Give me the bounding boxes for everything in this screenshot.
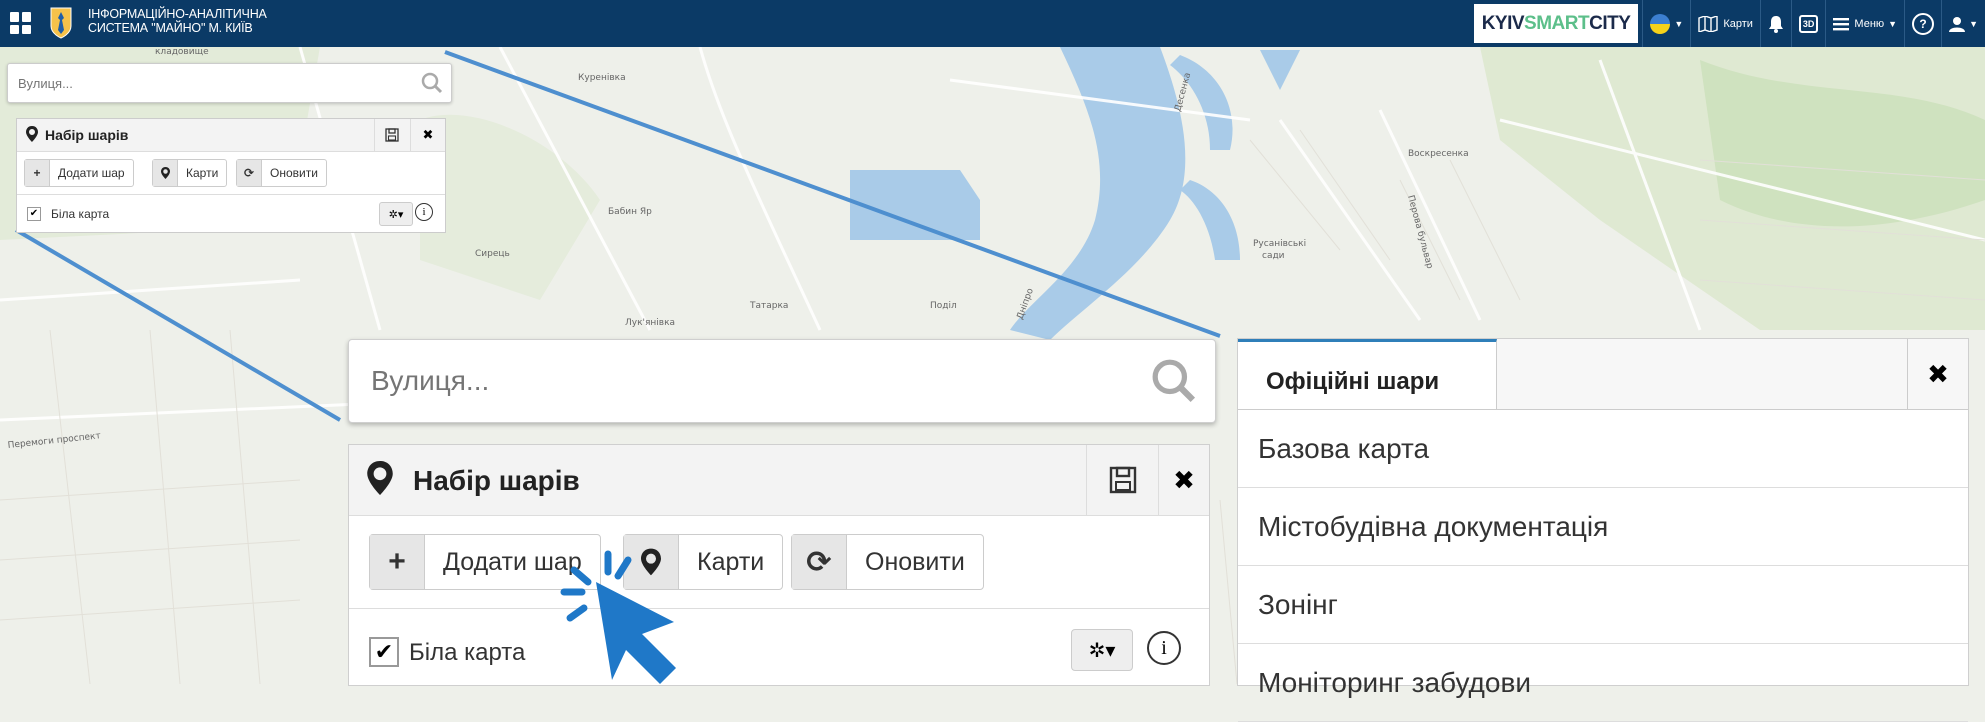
menu-dropdown[interactable]: Меню ▼ xyxy=(1825,0,1904,47)
search-icon[interactable] xyxy=(1151,358,1197,404)
notifications-button[interactable] xyxy=(1759,0,1791,47)
layer-category-item[interactable]: Моніторинг забудови xyxy=(1238,644,1968,722)
official-layers-panel: Офіційні шари ✖ Базова карта Містобудівн… xyxy=(1237,338,1969,722)
ukraine-flag-icon xyxy=(1650,13,1671,34)
street-search-input-zoomed[interactable] xyxy=(349,340,1153,422)
street-search-box-zoomed xyxy=(348,339,1216,423)
gear-icon: ✲▾ xyxy=(388,208,404,221)
close-official-layers-button[interactable]: ✖ xyxy=(1907,339,1968,409)
click-cursor-icon xyxy=(560,550,676,684)
map-label-babyn-yar: Бабин Яр xyxy=(608,207,652,217)
chevron-down-icon: ▼ xyxy=(1969,18,1978,29)
menu-label: Меню xyxy=(1854,17,1885,30)
app-title-line1: ІНФОРМАЦІЙНО-АНАЛІТИЧНА xyxy=(88,7,267,21)
layer-category-item[interactable]: Зонінг xyxy=(1238,566,1968,644)
layer-set-title: Набір шарів xyxy=(45,127,129,143)
3d-icon: 3D xyxy=(1798,14,1819,33)
map-marker-icon xyxy=(367,461,393,495)
maps-layer-button[interactable]: Карти xyxy=(152,159,228,187)
info-icon[interactable]: i xyxy=(1147,631,1181,665)
close-icon: ✖ xyxy=(1173,464,1195,495)
app-title: ІНФОРМАЦІЙНО-АНАЛІТИЧНА СИСТЕМА "МАЙНО" … xyxy=(88,7,267,35)
tab-official-layers[interactable]: Офіційні шари xyxy=(1238,339,1497,409)
street-search-box xyxy=(7,63,452,103)
layer-set-header-zoomed: Набір шарів ✖ xyxy=(349,445,1209,516)
map-label-podil: Поділ xyxy=(930,301,957,311)
layer-visibility-checkbox[interactable]: ✔ xyxy=(27,207,41,221)
kyiv-smart-city-logo[interactable]: KYIV SMART CITY xyxy=(1473,4,1639,43)
refresh-icon: ⟳ xyxy=(792,535,847,589)
official-layers-tabs: Офіційні шари ✖ xyxy=(1238,339,1968,410)
map-label-kurenivka: Куренівка xyxy=(578,73,626,83)
layer-set-header: Набір шарів ✖ xyxy=(17,119,445,152)
map-label-voskresenka: Воскресенка xyxy=(1408,149,1469,159)
maps-button[interactable]: Карти xyxy=(1690,0,1760,47)
save-icon xyxy=(385,128,399,142)
layer-set-toolbar: + Додати шар Карти ⟳ Оновити xyxy=(17,152,445,195)
street-search-input[interactable] xyxy=(8,64,410,102)
gear-icon: ✲▾ xyxy=(1088,639,1116,662)
map-marker-icon xyxy=(153,160,178,186)
plus-icon: + xyxy=(25,160,50,186)
map-label-kladovyshche: кладовище xyxy=(155,47,209,57)
layer-category-item[interactable]: Базова карта xyxy=(1238,410,1968,488)
save-layer-set-button[interactable] xyxy=(374,119,409,151)
close-icon: ✖ xyxy=(422,127,434,142)
bell-icon xyxy=(1768,15,1783,33)
top-navbar: ІНФОРМАЦІЙНО-АНАЛІТИЧНА СИСТЕМА "МАЙНО" … xyxy=(0,0,1985,47)
refresh-icon: ⟳ xyxy=(237,160,262,186)
layer-set-panel: Набір шарів ✖ + Додати шар Карти ⟳ Оновити… xyxy=(16,118,446,233)
language-dropdown[interactable]: ▼ xyxy=(1642,0,1690,47)
map-label-tatarka: Татарка xyxy=(749,301,788,311)
map-label-rusanivski: Русанівські xyxy=(1253,239,1306,249)
kyiv-coat-of-arms-icon xyxy=(50,7,72,39)
map-label-syrets: Сирець xyxy=(475,249,510,259)
save-layer-set-button-zoomed[interactable] xyxy=(1086,445,1159,515)
layer-settings-dropdown-zoomed[interactable]: ✲▾ xyxy=(1071,629,1133,671)
hamburger-icon xyxy=(1833,17,1850,30)
map-icon xyxy=(1698,15,1719,32)
add-layer-button[interactable]: + Додати шар xyxy=(24,159,134,187)
save-icon xyxy=(1109,466,1137,494)
layer-row: ✔ Біла карта ✲▾ i xyxy=(17,195,445,233)
apps-grid-icon[interactable] xyxy=(10,12,32,34)
map-label-lukianivka: Лук'янівка xyxy=(625,318,675,328)
layer-name: Біла карта xyxy=(51,207,110,221)
layer-settings-dropdown[interactable]: ✲▾ xyxy=(379,202,413,226)
layer-category-item[interactable]: Містобудівна документація xyxy=(1238,488,1968,566)
layer-row-zoomed: ✔ Біла карта ✲▾ i xyxy=(349,609,1209,685)
layer-name-zoomed: Біла карта xyxy=(409,639,526,666)
map-label-sady: сади xyxy=(1262,251,1285,261)
chevron-down-icon: ▼ xyxy=(1674,18,1684,29)
search-icon[interactable] xyxy=(421,72,443,94)
refresh-button-zoomed[interactable]: ⟳ Оновити xyxy=(791,534,984,590)
user-dropdown[interactable]: ▼ xyxy=(1941,0,1985,47)
layer-set-toolbar-zoomed: + Додати шар Карти ⟳ Оновити xyxy=(349,516,1209,609)
3d-view-button[interactable]: 3D xyxy=(1790,0,1826,47)
layer-visibility-checkbox-zoomed[interactable]: ✔ xyxy=(369,637,399,667)
close-layer-set-button-zoomed[interactable]: ✖ xyxy=(1158,445,1209,515)
plus-icon: + xyxy=(370,535,425,589)
help-button[interactable]: ? xyxy=(1904,0,1941,47)
close-icon: ✖ xyxy=(1927,358,1949,389)
refresh-button[interactable]: ⟳ Оновити xyxy=(236,159,327,187)
map-marker-icon xyxy=(26,126,38,142)
help-icon: ? xyxy=(1912,12,1935,35)
layer-set-title-zoomed: Набір шарів xyxy=(413,465,580,496)
layer-set-panel-zoomed: Набір шарів ✖ + Додати шар Карти ⟳ Оновити… xyxy=(348,444,1210,686)
maps-button-label: Карти xyxy=(1723,17,1753,30)
chevron-down-icon: ▼ xyxy=(1888,18,1898,29)
info-icon[interactable]: i xyxy=(415,203,433,221)
user-icon xyxy=(1949,16,1966,32)
app-title-line2: СИСТЕМА "МАЙНО" М. КИЇВ xyxy=(88,21,253,35)
close-layer-set-button[interactable]: ✖ xyxy=(410,119,445,151)
